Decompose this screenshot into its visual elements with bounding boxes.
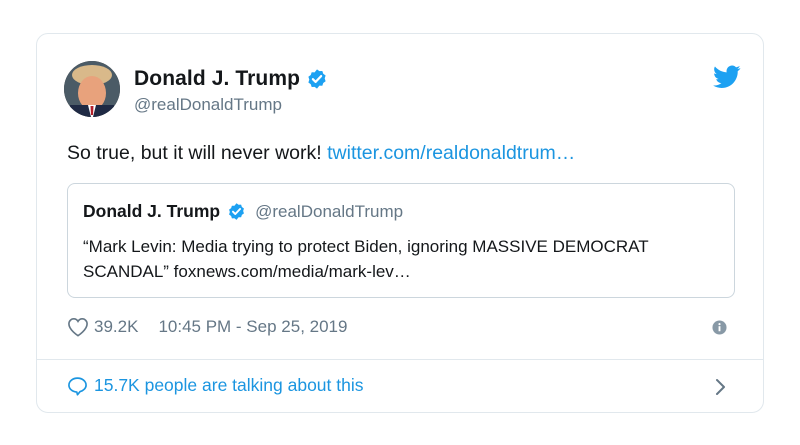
avatar[interactable] [64,61,120,117]
tweet-text: So true, but it will never work! [67,142,328,164]
verified-badge-icon [308,69,326,89]
verified-badge-icon [229,203,245,220]
tweet-body: So true, but it will never work! twitter… [67,142,575,165]
tweet-link[interactable]: twitter.com/realdonaldtrum… [327,142,575,164]
quoted-tweet[interactable]: Donald J. Trump @realDonaldTrump “Mark L… [67,183,735,298]
quoted-tweet-header: Donald J. Trump @realDonaldTrump [83,201,403,222]
twitter-bird-icon[interactable] [713,65,741,89]
author-handle[interactable]: @realDonaldTrump [134,95,328,115]
tweet-meta: 39.2K 10:45 PM - Sep 25, 2019 [67,317,347,337]
conversation-link[interactable]: 15.7K people are talking about this [67,375,364,396]
heart-icon[interactable] [67,317,89,337]
author-name-row: Donald J. Trump [134,67,328,91]
like-count[interactable]: 39.2K [94,317,138,337]
speech-bubble-icon [68,376,87,396]
info-icon[interactable] [712,320,727,335]
author-name[interactable]: Donald J. Trump [134,67,300,91]
talking-count[interactable]: 15.7K people are talking about this [94,375,364,396]
author-block: Donald J. Trump @realDonaldTrump [134,67,328,115]
tweet-header: Donald J. Trump @realDonaldTrump [64,61,741,123]
quoted-tweet-text: “Mark Levin: Media trying to protect Bid… [83,237,649,281]
chevron-right-icon[interactable] [713,377,727,397]
quoted-author-handle: @realDonaldTrump [255,201,404,221]
divider [37,359,763,360]
tweet-card[interactable]: Donald J. Trump @realDonaldTrump So true… [36,33,764,413]
quoted-author-name: Donald J. Trump [83,201,221,221]
tweet-timestamp[interactable]: 10:45 PM - Sep 25, 2019 [158,317,347,337]
